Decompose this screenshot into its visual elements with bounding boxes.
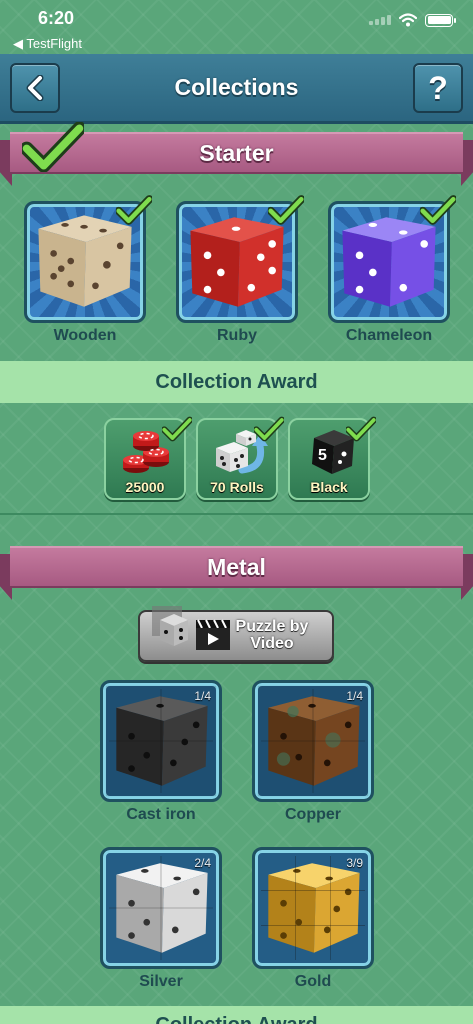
pieces-count: 3/9 bbox=[346, 856, 363, 870]
wifi-icon bbox=[399, 13, 417, 27]
die-label: Cast iron bbox=[126, 806, 196, 823]
pieces-count: 2/4 bbox=[194, 856, 211, 870]
back-button[interactable] bbox=[10, 63, 60, 113]
award-label: 25000 bbox=[125, 479, 165, 495]
navigation-bar: Collections ? bbox=[0, 54, 473, 124]
collection-complete-check-icon bbox=[22, 122, 84, 172]
status-bar: 6:20 ◀ TestFlight bbox=[0, 0, 473, 54]
award-rolls[interactable]: 70 Rolls bbox=[196, 418, 278, 500]
page-title: Collections bbox=[174, 74, 299, 100]
status-time: 6:20 bbox=[38, 8, 75, 28]
section-divider bbox=[0, 513, 473, 515]
status-icons bbox=[369, 13, 456, 27]
pieces-count: 1/4 bbox=[346, 689, 363, 703]
die-label: Wooden bbox=[53, 327, 117, 344]
claimed-check-icon bbox=[346, 416, 376, 442]
collection-award-header: Collection Award bbox=[0, 361, 473, 403]
collection-award-header-metal: Collection Award bbox=[0, 1006, 473, 1024]
die-image-silver: 2/4 bbox=[100, 847, 222, 969]
help-button[interactable]: ? bbox=[413, 63, 463, 113]
collected-check-icon bbox=[268, 195, 304, 225]
collected-check-icon bbox=[116, 195, 152, 225]
die-card-chameleon[interactable]: Chameleon bbox=[328, 201, 450, 345]
collected-check-icon bbox=[420, 195, 456, 225]
die-label: Gold bbox=[294, 973, 332, 990]
award-label: 70 Rolls bbox=[210, 479, 264, 495]
help-label: ? bbox=[428, 69, 448, 106]
award-black-die[interactable]: 5 Black bbox=[288, 418, 370, 500]
die-label: Ruby bbox=[217, 327, 257, 344]
die-image-copper: 1/4 bbox=[252, 680, 374, 802]
pieces-count: 1/4 bbox=[194, 689, 211, 703]
claimed-check-icon bbox=[254, 416, 284, 442]
metal-ribbon: Metal bbox=[0, 540, 473, 600]
svg-text:5: 5 bbox=[318, 447, 327, 464]
die-card-ruby[interactable]: Ruby bbox=[176, 201, 298, 345]
collection-award-title: Collection Award bbox=[155, 1014, 317, 1024]
signal-icon bbox=[369, 15, 391, 25]
award-chips[interactable]: 25000 bbox=[104, 418, 186, 500]
die-image-cast-iron: 1/4 bbox=[100, 680, 222, 802]
die-card-cast-iron[interactable]: 1/4 Cast iron bbox=[100, 680, 222, 824]
die-card-wooden[interactable]: Wooden bbox=[24, 201, 146, 345]
die-card-copper[interactable]: 1/4 Copper bbox=[252, 680, 374, 824]
puzzle-by-video-button[interactable]: Puzzle by Video bbox=[138, 606, 334, 662]
chevron-left-icon bbox=[26, 75, 44, 101]
die-card-silver[interactable]: 2/4 Silver bbox=[100, 847, 222, 991]
die-label: Silver bbox=[139, 973, 183, 990]
battery-icon bbox=[425, 13, 456, 27]
section-title-metal: Metal bbox=[207, 553, 266, 580]
die-label: Copper bbox=[285, 806, 341, 823]
collection-award-title: Collection Award bbox=[155, 370, 318, 393]
die-image-gold: 3/9 bbox=[252, 847, 374, 969]
section-title-starter: Starter bbox=[199, 139, 274, 166]
award-label: Black bbox=[310, 479, 348, 495]
die-label: Chameleon bbox=[345, 327, 433, 344]
puzzle-by-video-label: Puzzle by Video bbox=[235, 618, 309, 652]
claimed-check-icon bbox=[162, 416, 192, 442]
die-card-gold[interactable]: 3/9 Gold bbox=[252, 847, 374, 991]
back-to-app-link[interactable]: ◀ TestFlight bbox=[13, 36, 82, 52]
